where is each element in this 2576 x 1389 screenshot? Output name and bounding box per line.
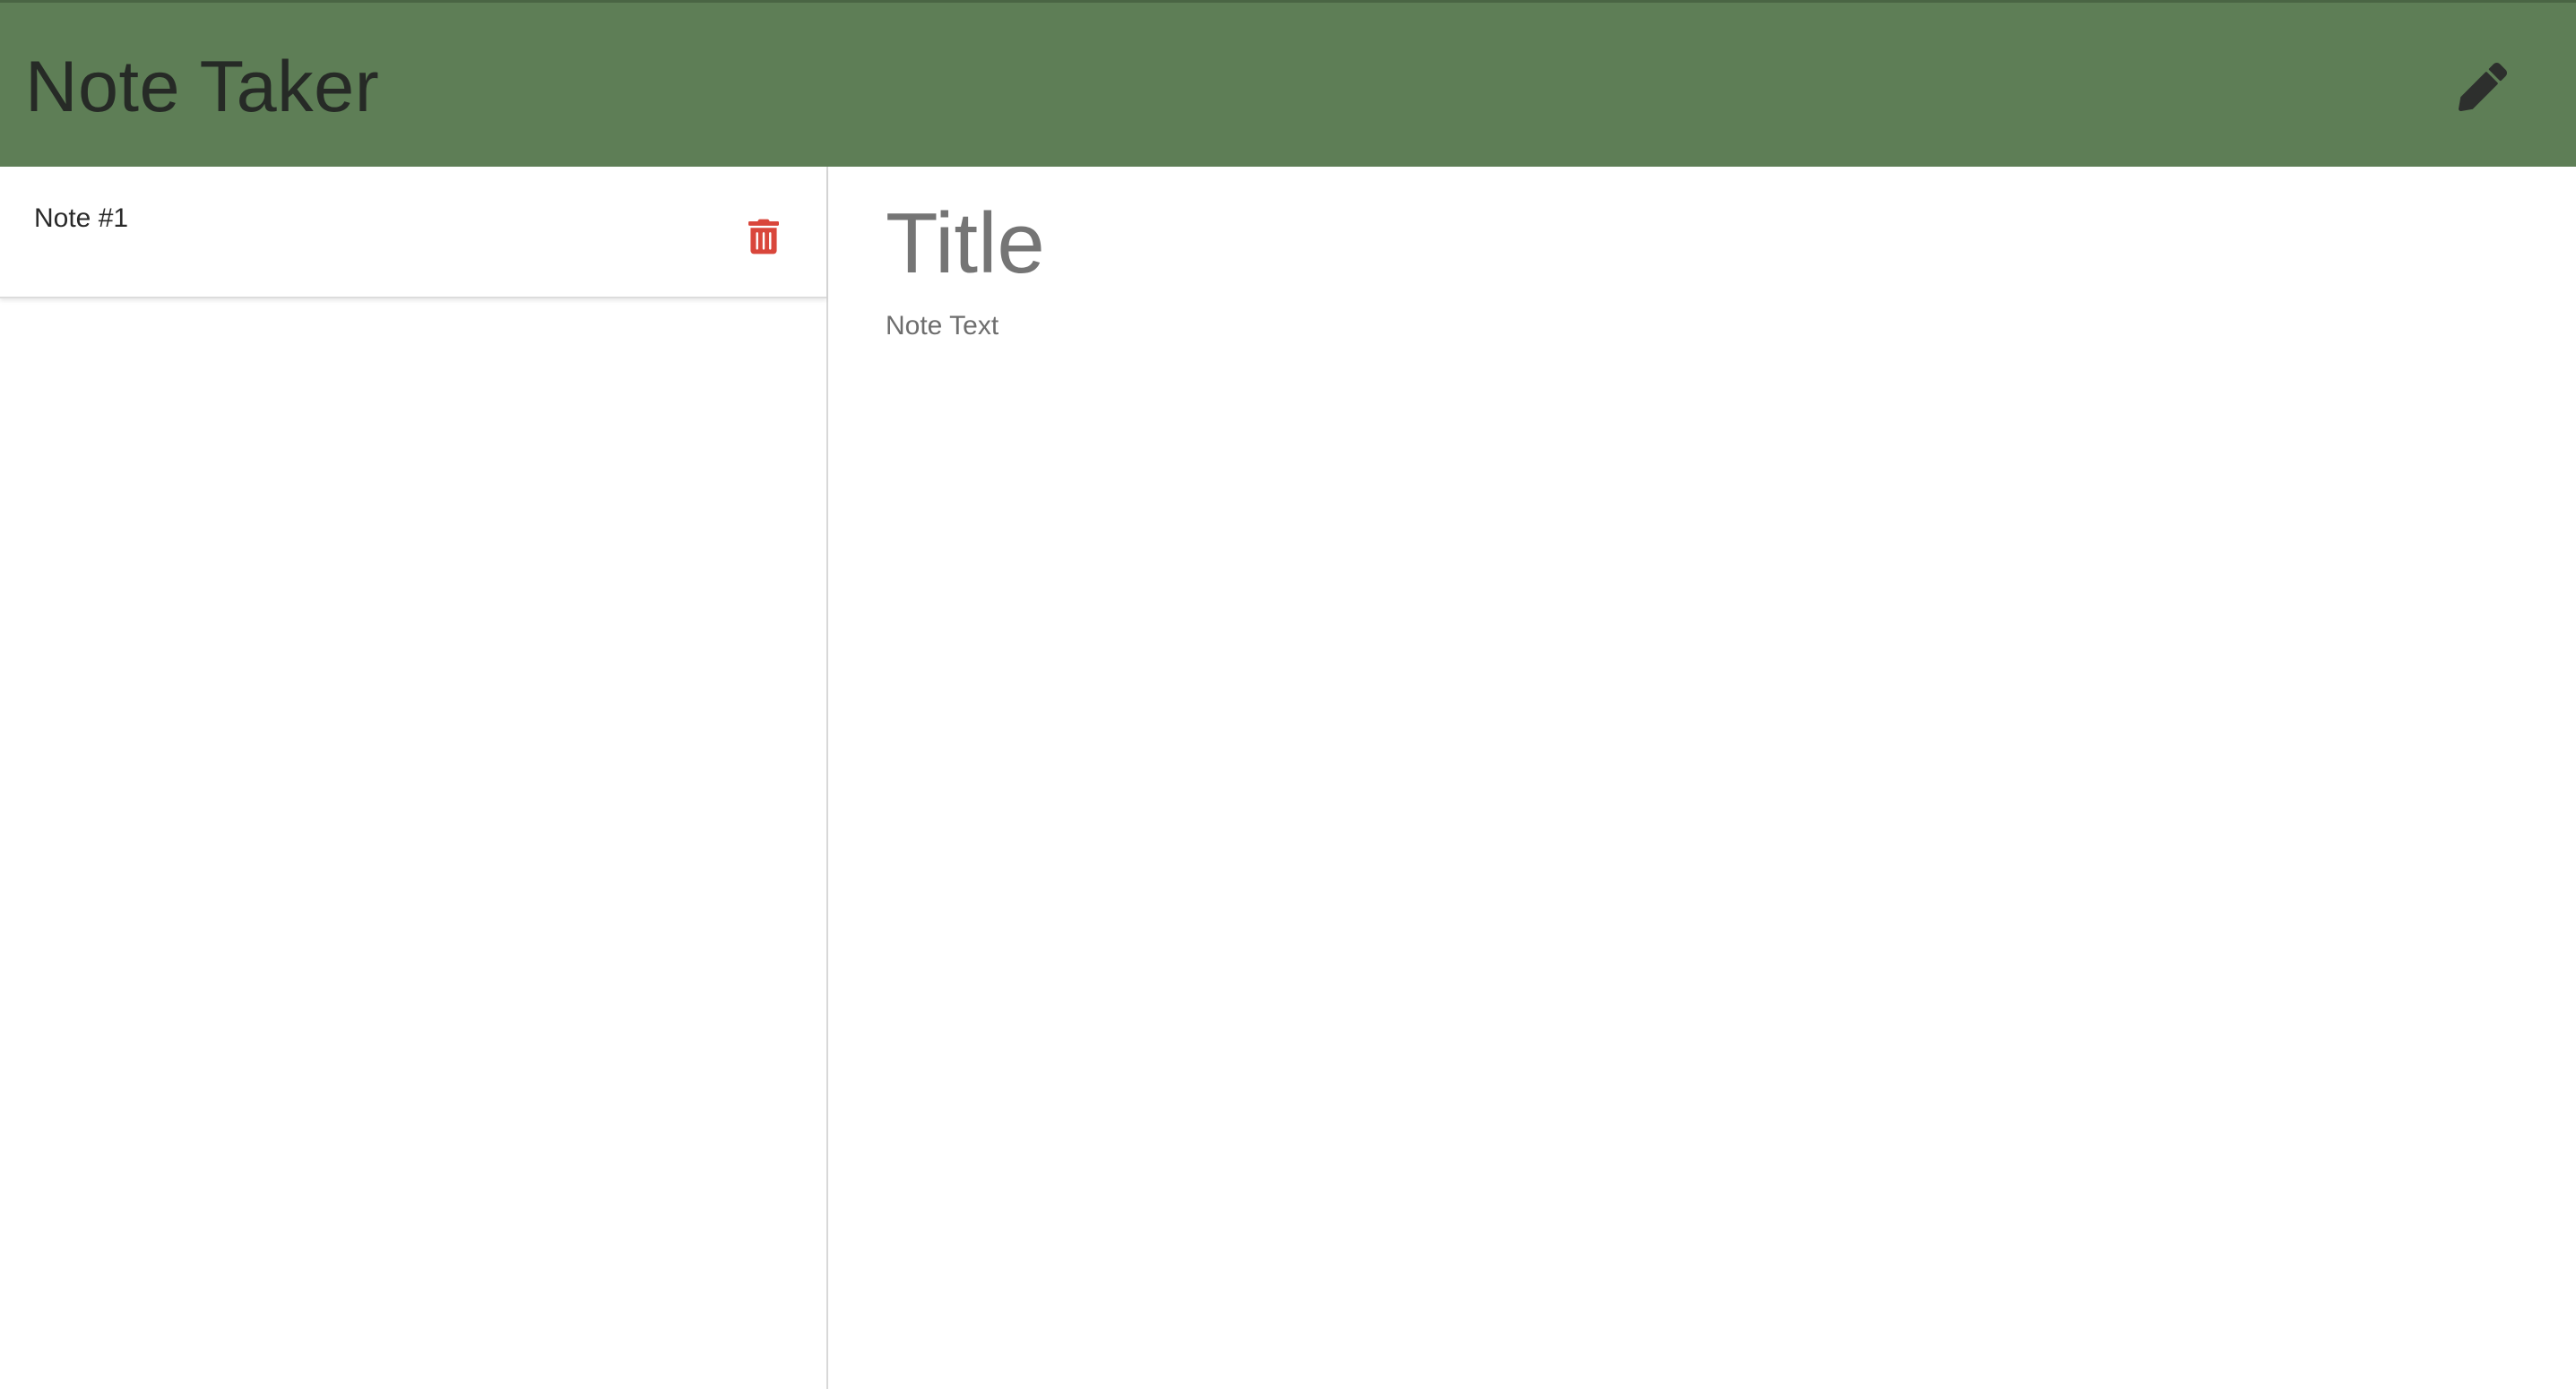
note-list-item[interactable]: Note #1 [0,167,826,298]
pencil-icon [2459,63,2507,111]
notes-sidebar: Note #1 [0,167,828,1389]
notes-list: Note #1 [0,167,826,298]
note-editor [830,167,2576,1389]
trash-icon [748,219,779,255]
new-note-button[interactable] [2445,55,2520,119]
navbar: Note Taker [0,0,2576,167]
note-title-input[interactable] [886,190,2499,298]
note-text-area[interactable] [886,308,2499,1339]
note-item-title: Note #1 [34,203,129,233]
app-title: Note Taker [25,47,380,127]
delete-note-button[interactable] [737,208,791,265]
